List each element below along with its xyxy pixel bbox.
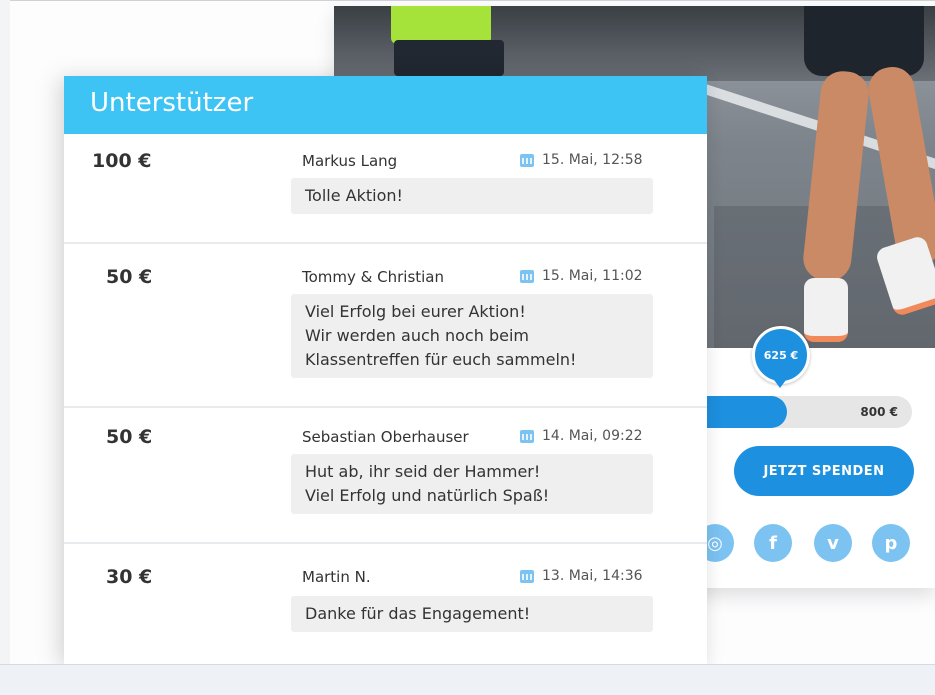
supporters-panel: Unterstützer 100 € Markus Lang 15. Mai, … (64, 76, 707, 664)
calendar-icon (520, 269, 534, 283)
current-amount-bubble: 625 € (752, 326, 810, 384)
calendar-icon (520, 569, 534, 583)
supporters-title: Unterstützer (90, 88, 254, 118)
message-line: Danke für das Engagement! (305, 604, 531, 623)
supporter-entry: 50 € Tommy & Christian 15. Mai, 11:02 Vi… (64, 244, 707, 408)
donation-amount: 50 € (106, 266, 153, 288)
supporter-message: Tolle Aktion! (291, 178, 653, 214)
supporter-entry: 50 € Sebastian Oberhauser 14. Mai, 09:22… (64, 408, 707, 544)
facebook-icon[interactable]: f (754, 524, 792, 562)
supporter-entry: 30 € Martin N. 13. Mai, 14:36 Danke für … (64, 544, 707, 664)
donation-amount: 50 € (106, 426, 153, 448)
message-line: Viel Erfolg und natürlich Spaß! (305, 486, 550, 505)
supporter-message: Danke für das Engagement! (291, 596, 653, 632)
donation-date-text: 13. Mai, 14:36 (542, 568, 643, 584)
donation-date: 14. Mai, 09:22 (520, 428, 643, 444)
photo-runner-shorts-front (804, 6, 924, 76)
pinterest-glyph: p (884, 532, 898, 554)
donation-date: 15. Mai, 12:58 (520, 152, 643, 168)
current-amount-label: 625 € (763, 348, 799, 362)
supporters-header: Unterstützer (64, 76, 707, 134)
calendar-icon (520, 429, 534, 443)
photo-runner-shorts (394, 40, 504, 76)
donation-date-text: 14. Mai, 09:22 (542, 428, 643, 444)
supporter-message: Hut ab, ihr seid der Hammer! Viel Erfolg… (291, 454, 653, 514)
donation-amount: 30 € (106, 566, 153, 588)
message-line: Wir werden auch noch beim (305, 326, 529, 345)
supporter-name: Markus Lang (302, 152, 398, 170)
bottom-bar (0, 664, 935, 695)
message-line: Hut ab, ihr seid der Hammer! (305, 462, 541, 481)
supporter-name: Sebastian Oberhauser (302, 428, 469, 446)
facebook-glyph: f (769, 532, 777, 554)
page-margin (0, 0, 10, 664)
vimeo-icon[interactable]: v (814, 524, 852, 562)
supporter-name: Martin N. (302, 568, 371, 586)
calendar-icon (520, 153, 534, 167)
supporter-entry: 100 € Markus Lang 15. Mai, 12:58 Tolle A… (64, 134, 707, 244)
vimeo-glyph: v (827, 532, 839, 554)
top-border (0, 0, 935, 1)
donate-now-button[interactable]: JETZT SPENDEN (734, 446, 914, 496)
donation-amount: 100 € (92, 150, 152, 172)
supporter-message: Viel Erfolg bei eurer Aktion! Wir werden… (291, 294, 653, 378)
message-line: Klassentreffen für euch sammeln! (305, 350, 577, 369)
donation-date-text: 15. Mai, 11:02 (542, 268, 643, 284)
message-line: Tolle Aktion! (305, 186, 403, 205)
message-line: Viel Erfolg bei eurer Aktion! (305, 302, 526, 321)
current-amount-bubble-pointer (774, 380, 786, 388)
donation-date: 15. Mai, 11:02 (520, 268, 643, 284)
pinterest-icon[interactable]: p (872, 524, 910, 562)
goal-amount-label: 800 € (860, 405, 898, 419)
supporter-name: Tommy & Christian (302, 268, 445, 286)
photo-runner-shoe (804, 278, 848, 342)
donation-date: 13. Mai, 14:36 (520, 568, 643, 584)
photo-runner-shirt (391, 6, 491, 44)
instagram-glyph: ◎ (707, 532, 723, 554)
donation-date-text: 15. Mai, 12:58 (542, 152, 643, 168)
